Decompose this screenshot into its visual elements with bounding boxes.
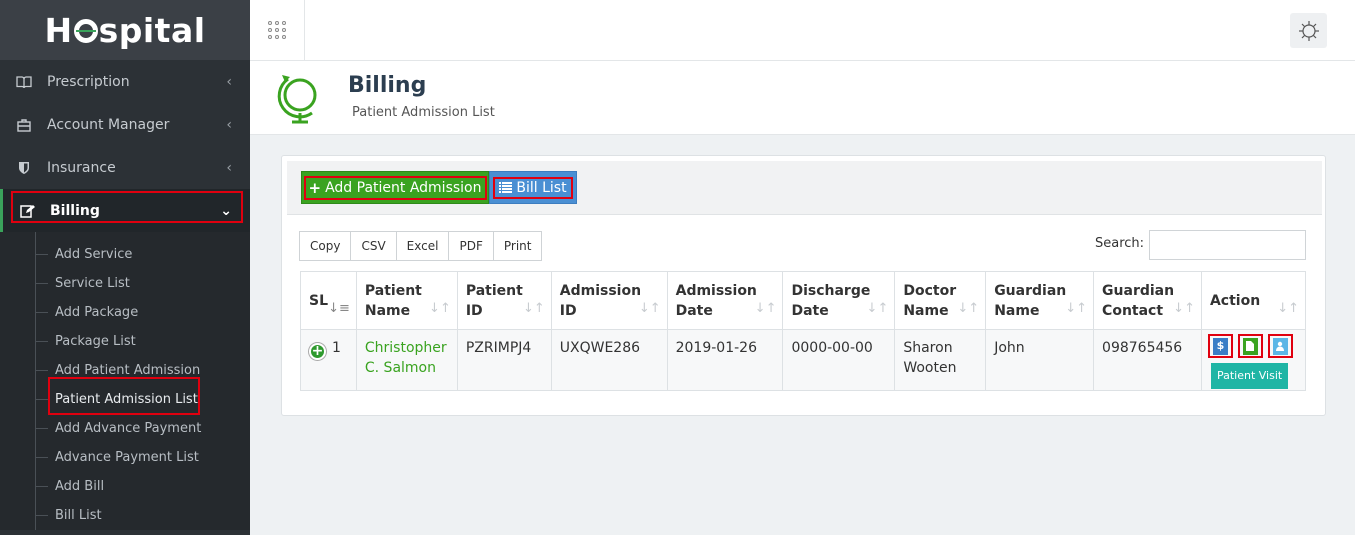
submenu-service-list[interactable]: Service List: [0, 269, 250, 298]
column-header-sl[interactable]: SL ↓≡: [300, 271, 357, 330]
cell-admission-date: 2019-01-26: [666, 329, 784, 391]
sidebar-item-label: Insurance: [47, 159, 116, 176]
cell-patient-name[interactable]: Christopher C. Salmon: [355, 329, 458, 391]
apps-grid-button[interactable]: [250, 0, 305, 60]
gear-icon: [1298, 20, 1319, 41]
sidebar-item-label: Account Manager: [47, 116, 170, 133]
column-header-discharge-date[interactable]: Discharge Date ↓↑: [782, 271, 896, 330]
sort-asc-icon: ↓≡: [328, 301, 350, 316]
search-label: Search:: [1095, 236, 1145, 251]
column-header-admission-id[interactable]: Admission ID ↓↑: [550, 271, 668, 330]
submenu-add-advance-payment[interactable]: Add Advance Payment: [0, 414, 250, 443]
search-input[interactable]: [1149, 230, 1306, 260]
submenu-add-service[interactable]: Add Service: [0, 240, 250, 269]
dollar-icon: $: [1212, 337, 1228, 355]
sort-icon: ↓↑: [754, 301, 777, 316]
globe-icon: [277, 75, 317, 124]
sort-icon: ↓↑: [957, 301, 980, 316]
submenu-add-bill[interactable]: Add Bill: [0, 472, 250, 501]
table-row: +1 Christopher C. Salmon PZRIMPJ4 UXQWE2…: [300, 329, 1307, 391]
cell-patient-id: PZRIMPJ4: [456, 329, 552, 391]
chevron-left-icon: ‹: [226, 116, 232, 133]
copy-button[interactable]: Copy: [299, 231, 352, 261]
user-icon: [1272, 337, 1288, 355]
grid-icon: [268, 21, 286, 39]
page-title: Billing: [348, 73, 427, 98]
sidebar-item-billing[interactable]: Billing ⌄: [0, 189, 250, 232]
excel-button[interactable]: Excel: [395, 231, 450, 261]
patient-admission-table: SL ↓≡ Patient Name ↓↑ Patient ID ↓↑ Admissi…: [300, 271, 1307, 391]
expand-row-icon[interactable]: +: [309, 342, 326, 360]
sidebar-item-insurance[interactable]: Insurance ‹: [0, 146, 250, 189]
chevron-down-icon: ⌄: [220, 202, 232, 219]
column-header-guardian-contact[interactable]: Guardian Contact ↓↑: [1093, 271, 1202, 330]
pdf-button[interactable]: PDF: [448, 231, 494, 261]
briefcase-icon: [14, 117, 34, 133]
column-header-patient-id[interactable]: Patient ID ↓↑: [456, 271, 552, 330]
submenu-advance-payment-list[interactable]: Advance Payment List: [0, 443, 250, 472]
panel-toolbar: + Add Patient Admission Bill List: [287, 161, 1322, 215]
sort-icon: ↓↑: [429, 301, 451, 316]
logo-text: Hspital: [44, 10, 206, 50]
hospital-logo[interactable]: Hspital: [0, 0, 250, 60]
export-buttons: Copy CSV Excel PDF Print: [299, 231, 543, 261]
action-buttons: $: [1206, 334, 1301, 358]
sort-icon: ↓↑: [1277, 301, 1299, 316]
page-subtitle: Patient Admission List: [352, 105, 495, 120]
cell-sl: +1: [300, 329, 357, 391]
cell-action: $ Patient Visit: [1200, 329, 1307, 391]
shield-icon: [14, 160, 34, 176]
sidebar-item-account-manager[interactable]: Account Manager ‹: [0, 103, 250, 146]
sort-icon: ↓↑: [1173, 301, 1195, 316]
add-patient-admission-button[interactable]: + Add Patient Admission: [301, 171, 489, 204]
logo-o-icon: [73, 18, 98, 43]
settings-button[interactable]: [1290, 13, 1327, 48]
submenu-bill-list[interactable]: Bill List: [0, 501, 250, 530]
highlight-box: [11, 191, 243, 223]
plus-icon: +: [308, 178, 322, 197]
csv-button[interactable]: CSV: [350, 231, 397, 261]
table-header-row: SL ↓≡ Patient Name ↓↑ Patient ID ↓↑ Admissi…: [300, 271, 1307, 330]
chevron-left-icon: ‹: [226, 73, 232, 90]
sort-icon: ↓↑: [638, 301, 661, 316]
page-header: Billing Patient Admission List: [250, 61, 1355, 135]
bill-button[interactable]: $: [1207, 334, 1233, 358]
patient-visit-tooltip: Patient Visit: [1210, 363, 1289, 389]
bill-list-button[interactable]: Bill List: [489, 171, 577, 204]
cell-admission-id: UXQWE286: [550, 329, 668, 391]
highlight-box: + Add Patient Admission: [303, 175, 487, 200]
button-label: Add Patient Admission: [325, 179, 482, 196]
submenu-patient-admission-list[interactable]: Patient Admission List: [0, 377, 250, 415]
highlight-box: Bill List: [493, 176, 573, 199]
chevron-left-icon: ‹: [226, 159, 232, 176]
cell-guardian-contact: 098765456: [1093, 329, 1202, 391]
cell-doctor-name: Sharon Wooten: [894, 329, 987, 391]
patient-visit-button[interactable]: [1267, 334, 1293, 358]
cell-discharge-date: 0000-00-00: [782, 329, 896, 391]
book-icon: [14, 74, 34, 90]
billing-submenu: Add Service Service List Add Package Pac…: [0, 232, 250, 530]
column-header-doctor-name[interactable]: Doctor Name ↓↑: [894, 271, 987, 330]
submenu-package-list[interactable]: Package List: [0, 327, 250, 356]
sidebar: Hspital Prescription ‹ Account Manager ‹…: [0, 0, 250, 535]
sort-icon: ↓↑: [522, 301, 545, 316]
column-header-admission-date[interactable]: Admission Date ↓↑: [666, 271, 784, 330]
highlight-box: [48, 377, 200, 415]
topbar: [250, 0, 1355, 61]
print-button[interactable]: Print: [492, 231, 543, 261]
sidebar-item-prescription[interactable]: Prescription ‹: [0, 60, 250, 103]
cell-guardian-name: John: [985, 329, 1095, 391]
column-header-patient-name[interactable]: Patient Name ↓↑: [355, 271, 458, 330]
sort-icon: ↓↑: [1065, 301, 1088, 316]
submenu-add-package[interactable]: Add Package: [0, 298, 250, 327]
document-button[interactable]: [1237, 334, 1263, 358]
button-label: Bill List: [516, 179, 567, 196]
content-panel: + Add Patient Admission Bill List Copy C…: [281, 155, 1326, 416]
list-icon: [499, 182, 513, 193]
file-icon: [1242, 337, 1258, 355]
sort-icon: ↓↑: [866, 301, 889, 316]
sidebar-item-label: Prescription: [47, 73, 130, 90]
column-header-action[interactable]: Action ↓↑: [1200, 271, 1307, 330]
column-header-guardian-name[interactable]: Guardian Name ↓↑: [985, 271, 1095, 330]
